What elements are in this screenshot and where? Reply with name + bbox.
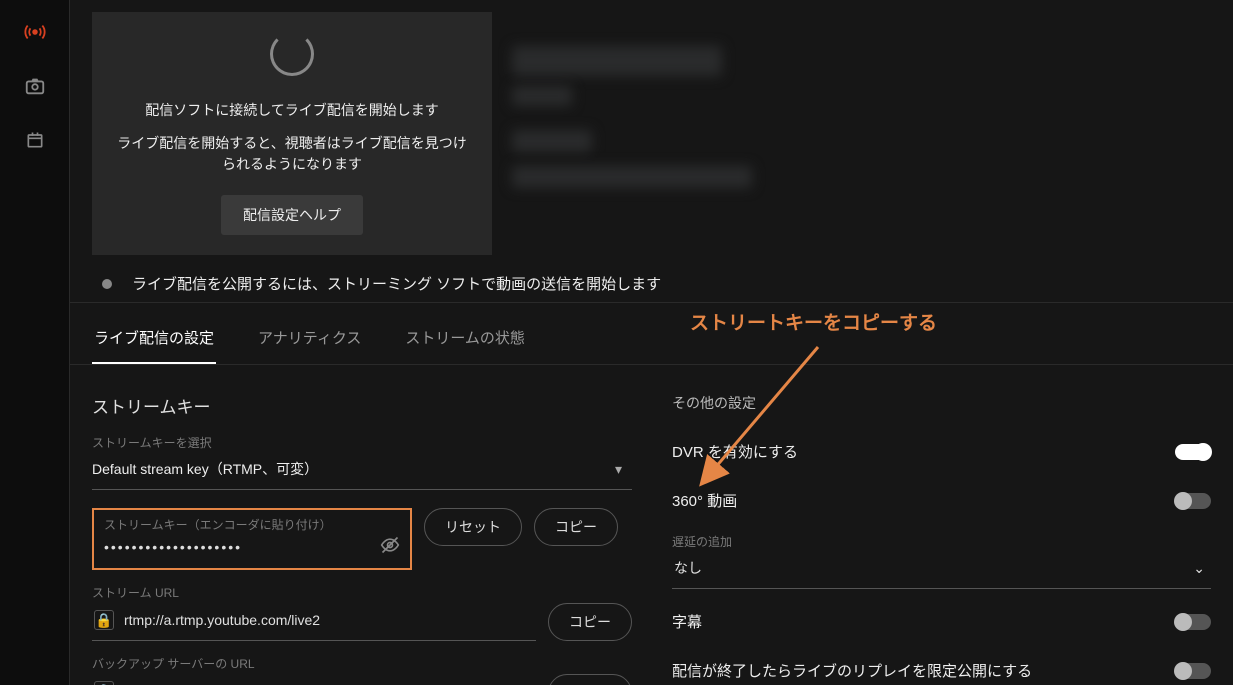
status-dot-icon	[102, 279, 112, 289]
visibility-off-icon[interactable]	[380, 535, 400, 558]
select-label: ストリームキーを選択	[92, 434, 632, 451]
tabs: ライブ配信の設定 アナリティクス ストリームの状態 ストリートキーをコピーする	[70, 303, 1233, 365]
delay-value: なし	[674, 558, 702, 578]
video360-toggle[interactable]	[1175, 493, 1211, 509]
delay-select[interactable]: なし ⌄	[672, 550, 1211, 589]
lock-icon: 🔒	[94, 610, 114, 630]
copy-backup-button[interactable]: コピー	[548, 674, 632, 685]
reset-button[interactable]: リセット	[424, 508, 522, 546]
backup-url-field: 🔒 rtmp://b.rtmp.youtube.com/live2?backup…	[92, 679, 536, 685]
dvr-toggle[interactable]	[1175, 444, 1211, 460]
stream-key-title: ストリームキー	[92, 393, 632, 418]
stream-key-select[interactable]: Default stream key（RTMP、可変） ▾	[92, 453, 632, 490]
replay-toggle[interactable]	[1175, 663, 1211, 679]
status-text: ライブ配信を公開するには、ストリーミング ソフトで動画の送信を開始します	[132, 273, 661, 294]
stream-url-field: 🔒 rtmp://a.rtmp.youtube.com/live2	[92, 608, 536, 641]
stream-key-section: ストリームキー ストリームキーを選択 Default stream key（RT…	[92, 393, 632, 685]
chevron-down-icon: ⌄	[1193, 560, 1205, 577]
spinner-icon	[270, 32, 314, 76]
help-button[interactable]: 配信設定ヘルプ	[221, 195, 363, 235]
backup-url-label: バックアップ サーバーの URL	[92, 655, 632, 672]
annotation-copy-text: ストリートキーをコピーする	[690, 308, 937, 335]
live-icon[interactable]	[23, 20, 47, 44]
select-value: Default stream key（RTMP、可変）	[92, 459, 318, 479]
calendar-icon[interactable]	[23, 128, 47, 152]
stream-key-label: ストリームキー（エンコーダに貼り付け）	[104, 516, 400, 533]
preview-card: 配信ソフトに接続してライブ配信を開始します ライブ配信を開始すると、視聴者はライ…	[92, 12, 492, 255]
preview-line1: 配信ソフトに接続してライブ配信を開始します	[145, 100, 439, 121]
main-area: 配信ソフトに接続してライブ配信を開始します ライブ配信を開始すると、視聴者はライ…	[70, 0, 1233, 685]
metadata-blurred	[512, 12, 1211, 255]
preview-line2: ライブ配信を開始すると、視聴者はライブ配信を見つけられるようになります	[112, 133, 472, 175]
lock-icon: 🔒	[94, 681, 114, 685]
video360-label: 360° 動画	[672, 490, 737, 511]
tab-analytics[interactable]: アナリティクス	[256, 317, 363, 364]
dvr-label: DVR を有効にする	[672, 441, 798, 462]
sidebar	[0, 0, 70, 685]
subtitle-toggle[interactable]	[1175, 614, 1211, 630]
camera-icon[interactable]	[23, 74, 47, 98]
stream-url-value: rtmp://a.rtmp.youtube.com/live2	[124, 612, 320, 628]
stream-key-value: ••••••••••••••••••••	[104, 539, 242, 555]
copy-url-button[interactable]: コピー	[548, 603, 632, 641]
status-row: ライブ配信を公開するには、ストリーミング ソフトで動画の送信を開始します	[70, 255, 1233, 303]
tab-settings[interactable]: ライブ配信の設定	[92, 317, 216, 364]
subtitle-label: 字幕	[672, 611, 702, 632]
stream-url-label: ストリーム URL	[92, 584, 632, 601]
other-settings-title: その他の設定	[672, 393, 1211, 413]
stream-key-box: ストリームキー（エンコーダに貼り付け） ••••••••••••••••••••	[92, 508, 412, 570]
delay-label: 遅延の追加	[672, 533, 1211, 550]
replay-label: 配信が終了したらライブのリプレイを限定公開にする	[672, 660, 1032, 681]
other-settings-section: その他の設定 DVR を有効にする 360° 動画 遅延の追加 なし ⌄ 字幕 …	[672, 393, 1211, 685]
tab-stream-status[interactable]: ストリームの状態	[403, 317, 527, 364]
chevron-down-icon: ▾	[615, 461, 622, 478]
copy-key-button[interactable]: コピー	[534, 508, 618, 546]
